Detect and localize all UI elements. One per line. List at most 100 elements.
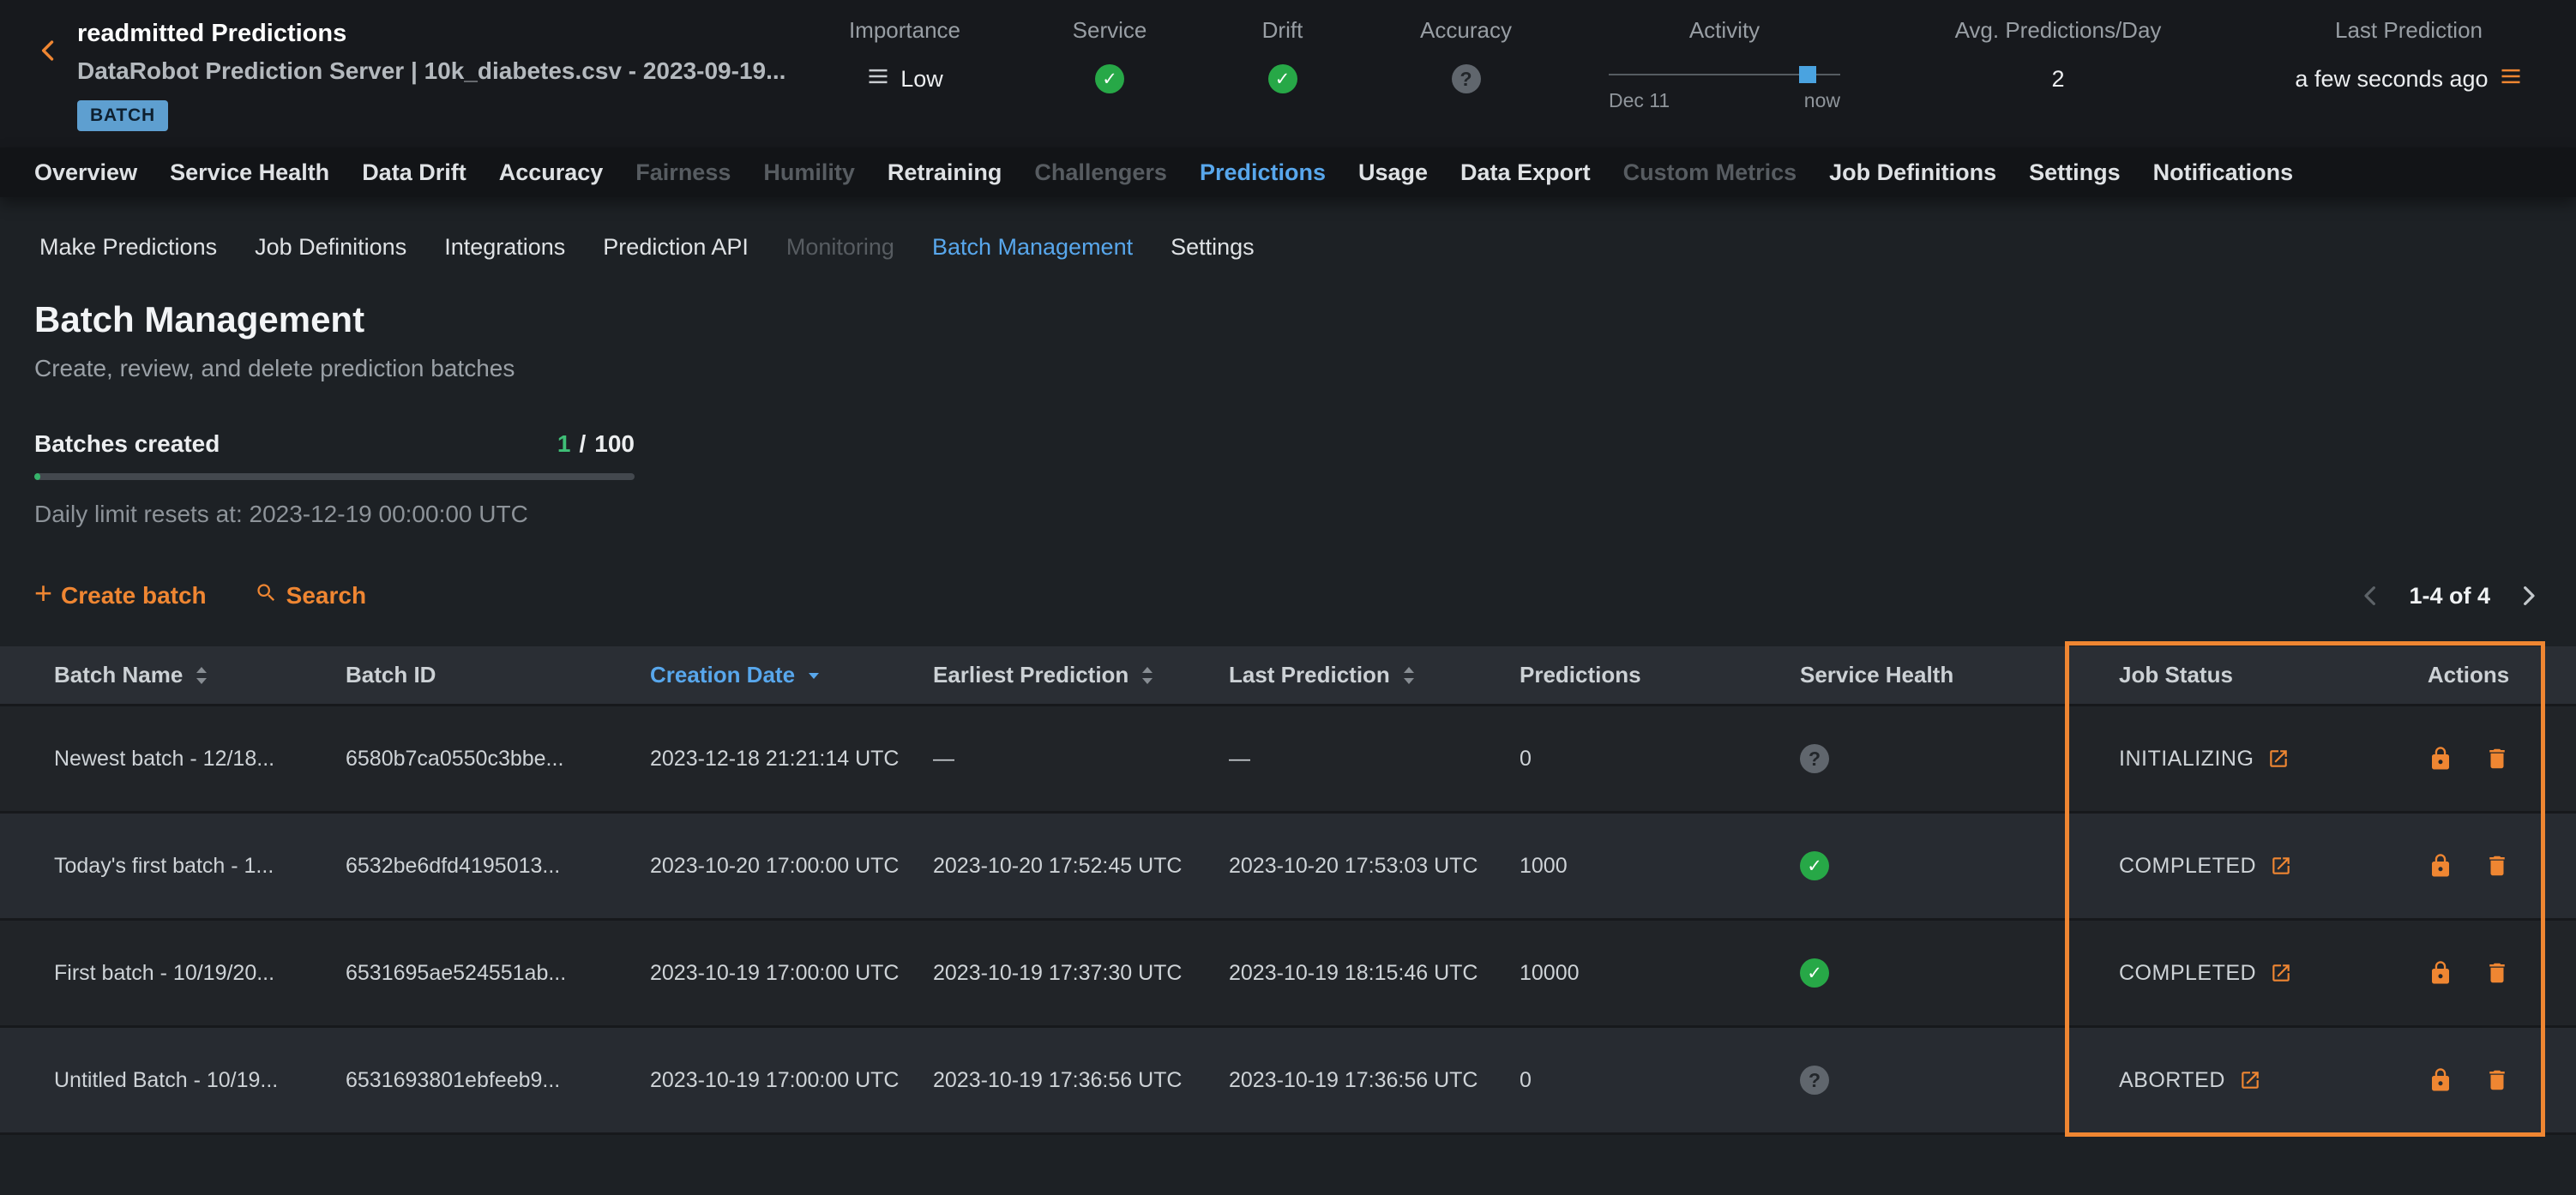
trash-icon[interactable] [2484,960,2510,986]
table-row[interactable]: Untitled Batch - 10/19... 6531693801ebfe… [0,1028,2576,1135]
predictions-sub-nav: Make Predictions Job Definitions Integra… [0,197,2576,269]
activity-timeline[interactable]: Dec 11 now [1609,48,1840,112]
stat-importance-label: Importance [849,12,960,48]
batch-name-cell: Untitled Batch - 10/19... [54,1068,346,1093]
lock-icon[interactable] [2428,853,2453,879]
column-header-actions: Actions [2395,662,2542,688]
tab-humility: Humility [763,159,855,186]
trash-icon[interactable] [2484,1067,2510,1093]
last-prediction-menu-icon[interactable] [2499,64,2523,94]
batch-name-cell: First batch - 10/19/20... [54,961,346,986]
column-header-earliest-prediction[interactable]: Earliest Prediction [933,662,1229,688]
predictions-cell: 0 [1520,1068,1800,1093]
sort-desc-icon[interactable] [805,667,822,684]
last-prediction-cell: 2023-10-19 17:36:56 UTC [1229,1068,1520,1093]
activity-marker[interactable] [1799,66,1816,83]
activity-range-start: Dec 11 [1609,89,1670,112]
tab-settings[interactable]: Settings [2029,159,2121,186]
external-link-icon[interactable] [2239,1069,2261,1091]
tab-challengers: Challengers [1034,159,1167,186]
column-label: Predictions [1520,662,1641,688]
job-status-cell: COMPLETED [2119,854,2395,879]
tab-data-drift[interactable]: Data Drift [362,159,466,186]
deployment-nav: Overview Service Health Data Drift Accur… [0,147,2576,197]
column-label: Earliest Prediction [933,662,1129,688]
batch-toolbar: Create batch Search 1-4 of 4 [34,581,2542,610]
external-link-icon[interactable] [2267,748,2290,770]
sort-icon[interactable] [1139,665,1156,686]
creation-date-cell: 2023-10-19 17:00:00 UTC [650,961,933,986]
table-row[interactable]: Today's first batch - 1... 6532be6dfd419… [0,814,2576,921]
column-header-service-health: Service Health [1800,662,2119,688]
predictions-cell: 1000 [1520,854,1800,879]
stat-drift: Drift [1242,12,1323,147]
lock-icon[interactable] [2428,960,2453,986]
subtab-integrations[interactable]: Integrations [444,234,565,261]
column-header-predictions: Predictions [1520,662,1800,688]
page-subtitle: Create, review, and delete prediction ba… [34,355,2542,382]
creation-date-cell: 2023-10-20 17:00:00 UTC [650,854,933,879]
stat-importance-value: Low [900,66,943,93]
tab-accuracy[interactable]: Accuracy [499,159,604,186]
actions-cell [2395,746,2542,772]
subtab-make-predictions[interactable]: Make Predictions [39,234,217,261]
tab-job-definitions[interactable]: Job Definitions [1829,159,1996,186]
tab-notifications[interactable]: Notifications [2153,159,2294,186]
chevron-right-icon[interactable] [2514,582,2542,610]
trash-icon[interactable] [2484,853,2510,879]
subtab-batch-management[interactable]: Batch Management [932,234,1133,261]
service-health-status-icon [1095,64,1124,93]
sort-icon[interactable] [1400,665,1417,686]
job-status-cell: COMPLETED [2119,961,2395,986]
accuracy-status-icon [1452,64,1481,93]
deployment-stats: Importance Low Service Drift [832,0,2542,147]
search-button[interactable]: Search [255,581,366,610]
subtab-monitoring: Monitoring [786,234,894,261]
create-batch-button[interactable]: Create batch [34,582,207,610]
page-head: Batch Management Create, review, and del… [0,269,2576,528]
job-status-text: COMPLETED [2119,854,2256,879]
tab-fairness: Fairness [635,159,731,186]
job-status-cell: INITIALIZING [2119,747,2395,772]
tab-data-export[interactable]: Data Export [1460,159,1591,186]
chevron-left-icon[interactable] [2357,582,2385,610]
service-health-cell [1800,851,2119,880]
column-label: Last Prediction [1229,662,1390,688]
back-chevron-icon[interactable] [34,36,63,147]
lock-icon[interactable] [2428,1067,2453,1093]
table-row[interactable]: First batch - 10/19/20... 6531695ae52455… [0,921,2576,1028]
tab-overview[interactable]: Overview [34,159,137,186]
tab-service-health[interactable]: Service Health [170,159,329,186]
subtab-job-definitions[interactable]: Job Definitions [255,234,406,261]
column-header-creation-date[interactable]: Creation Date [650,662,933,688]
table-row[interactable]: Newest batch - 12/18... 6580b7ca0550c3bb… [0,706,2576,814]
job-status-cell: ABORTED [2119,1068,2395,1093]
earliest-prediction-cell: 2023-10-19 17:37:30 UTC [933,961,1229,986]
column-header-job-status: Job Status [2119,662,2395,688]
predictions-cell: 10000 [1520,961,1800,986]
batch-quota: Batches created 1 / 100 [34,430,635,480]
column-header-last-prediction[interactable]: Last Prediction [1229,662,1520,688]
trash-icon[interactable] [2484,746,2510,772]
external-link-icon[interactable] [2270,855,2292,877]
activity-sparkline [1609,63,1840,86]
actions-cell [2395,1067,2542,1093]
tab-usage[interactable]: Usage [1358,159,1428,186]
quota-count: 1 / 100 [557,430,635,458]
column-header-batch-name[interactable]: Batch Name [54,662,346,688]
batches-table: Batch Name Batch ID Creation Date Earlie… [0,646,2576,1135]
page-title: Batch Management [34,300,2542,339]
tab-retraining[interactable]: Retraining [888,159,1002,186]
health-status-icon [1800,851,1829,880]
tab-predictions[interactable]: Predictions [1200,159,1326,186]
subtab-prediction-api[interactable]: Prediction API [603,234,749,261]
stat-accuracy-label: Accuracy [1420,12,1512,48]
importance-list-icon [866,64,890,94]
job-status-text: ABORTED [2119,1068,2225,1093]
column-label: Creation Date [650,662,795,688]
external-link-icon[interactable] [2270,962,2292,984]
lock-icon[interactable] [2428,746,2453,772]
sort-icon[interactable] [193,665,210,686]
pagination-range: 1-4 of 4 [2409,583,2490,610]
subtab-settings[interactable]: Settings [1171,234,1255,261]
